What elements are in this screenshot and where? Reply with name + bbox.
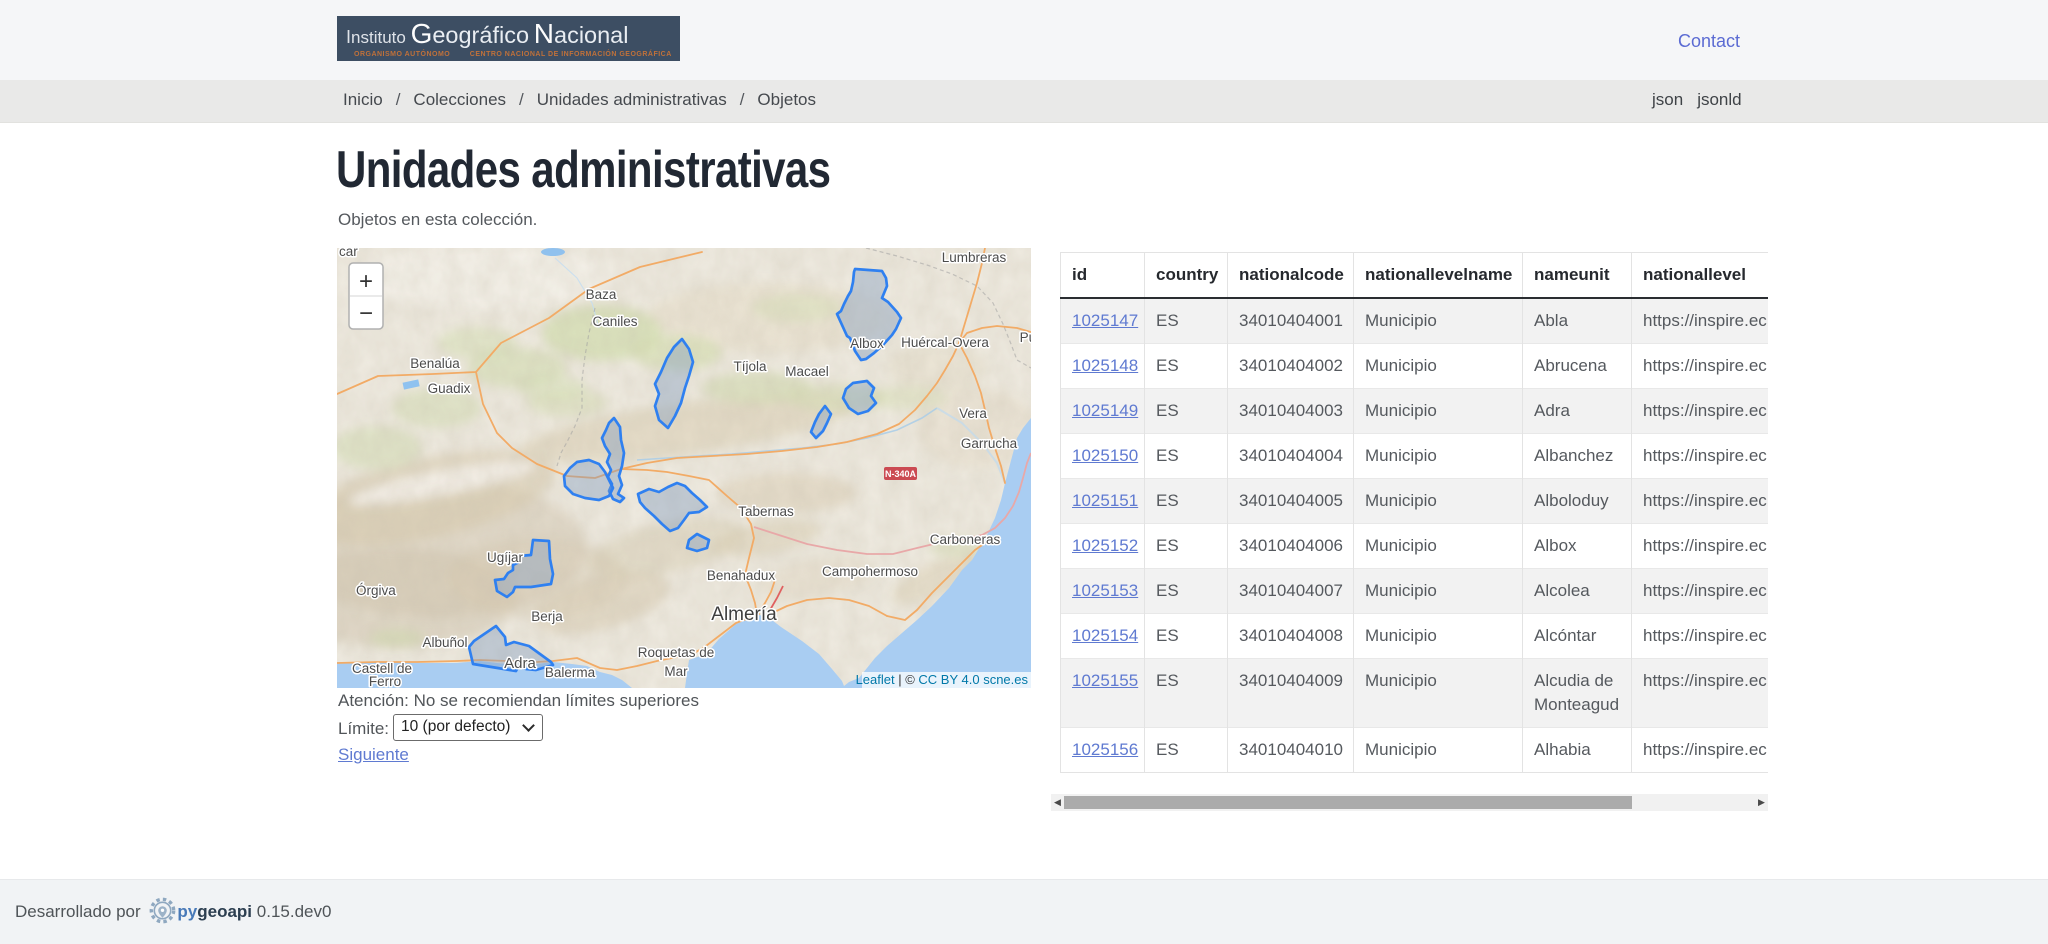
svg-text:Baza: Baza [586, 287, 617, 302]
svg-text:+: + [359, 268, 373, 295]
svg-text:Adra: Adra [504, 655, 536, 672]
svg-text:Garrucha: Garrucha [961, 436, 1018, 451]
svg-text:Roquetas de: Roquetas de [638, 645, 715, 660]
svg-text:Tabernas: Tabernas [738, 504, 794, 519]
svg-text:Lumbreras: Lumbreras [942, 250, 1007, 265]
svg-text:Leaflet | © CC BY 4.0 scne.es: Leaflet | © CC BY 4.0 scne.es [856, 672, 1029, 687]
svg-text:Almería: Almería [711, 604, 777, 625]
svg-text:Ferro: Ferro [369, 674, 401, 688]
svg-text:Campohermoso: Campohermoso [822, 564, 918, 579]
svg-text:Vera: Vera [959, 406, 987, 421]
svg-text:−: − [359, 300, 373, 327]
svg-text:car: car [339, 248, 358, 259]
svg-text:Tíjola: Tíjola [733, 359, 767, 374]
svg-text:N-340A: N-340A [885, 469, 917, 479]
svg-text:Albox: Albox [850, 336, 884, 351]
svg-text:Guadix: Guadix [428, 381, 471, 396]
svg-text:Ugíjar: Ugíjar [487, 550, 524, 565]
svg-text:Mar: Mar [664, 664, 688, 679]
svg-text:Berja: Berja [531, 609, 563, 624]
svg-text:Pulpí: Pulpí [1020, 330, 1031, 345]
svg-text:Huércal-Overa: Huércal-Overa [901, 335, 989, 350]
svg-text:Macael: Macael [785, 364, 829, 379]
svg-text:Balerma: Balerma [545, 665, 596, 680]
svg-text:Benahadux: Benahadux [707, 568, 776, 583]
svg-text:Albuñol: Albuñol [422, 635, 467, 650]
svg-text:Órgiva: Órgiva [356, 583, 396, 598]
svg-text:Carboneras: Carboneras [930, 532, 1001, 547]
svg-text:Benalúa: Benalúa [410, 356, 460, 371]
svg-text:Caniles: Caniles [592, 314, 637, 329]
